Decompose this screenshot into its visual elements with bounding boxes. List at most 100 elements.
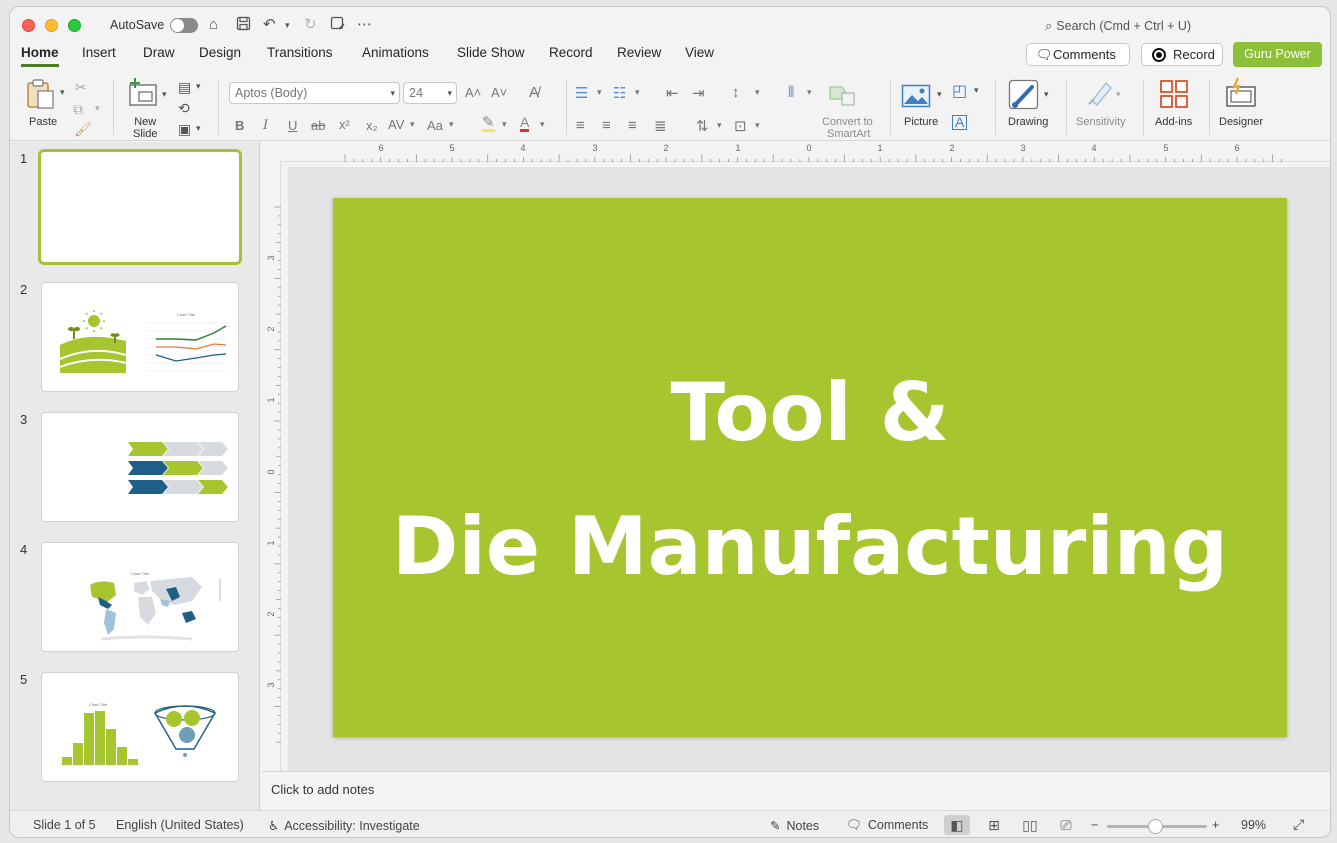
search-box[interactable]: ⌕ Search (Cmd + Ctrl + U) <box>1045 18 1191 34</box>
slide-title-text[interactable]: Tool & Die Manufacturing <box>333 346 1287 614</box>
zoom-window-button[interactable] <box>68 19 81 32</box>
autosave-toggle[interactable] <box>170 18 198 33</box>
record-button[interactable]: Record <box>1141 43 1223 66</box>
underline-button[interactable]: U <box>288 118 297 133</box>
zoom-level[interactable]: 99% <box>1241 818 1266 832</box>
current-slide[interactable]: Tool & Die Manufacturing <box>333 198 1287 737</box>
notes-pane[interactable]: Click to add notes <box>262 771 1330 810</box>
line-spacing-chevron-icon[interactable]: ▾ <box>755 87 760 98</box>
zoom-slider-handle[interactable] <box>1148 819 1163 834</box>
shrink-font-icon[interactable]: A˅ <box>491 85 507 100</box>
save-as-icon[interactable] <box>330 16 346 36</box>
text-box-icon[interactable]: A <box>952 115 968 130</box>
align-text-icon[interactable]: ⊡ <box>734 117 747 135</box>
tab-insert[interactable]: Insert <box>82 45 116 64</box>
shapes-chevron-icon[interactable]: ▾ <box>974 85 979 96</box>
slide-thumbnail-2[interactable]: Chart Title <box>41 282 239 392</box>
convert-smartart-button[interactable] <box>828 83 856 110</box>
close-window-button[interactable] <box>22 19 35 32</box>
comments-button[interactable]: 🗨 Comments <box>1026 43 1130 66</box>
text-direction-chevron-icon[interactable]: ▾ <box>717 120 722 131</box>
change-case-button[interactable]: Aa <box>427 118 443 133</box>
align-text-chevron-icon[interactable]: ▾ <box>755 120 760 131</box>
language-status[interactable]: English (United States) <box>116 818 244 832</box>
fit-to-window-icon[interactable]: ⤢ <box>1293 816 1304 833</box>
slide-thumbnail-1[interactable] <box>38 149 242 265</box>
new-slide-button[interactable] <box>127 77 159 112</box>
undo-icon[interactable]: ↶ <box>263 16 276 34</box>
strikethrough-button[interactable]: ab <box>311 118 325 133</box>
paste-chevron-icon[interactable]: ▾ <box>60 87 65 98</box>
accessibility-status[interactable]: ♿ Accessibility: Investigate <box>268 818 420 833</box>
tab-record[interactable]: Record <box>549 45 593 64</box>
bold-button[interactable]: B <box>235 118 244 133</box>
numbering-icon[interactable]: ☷ <box>613 84 626 102</box>
reset-icon[interactable]: ⟲ <box>178 100 190 117</box>
section-chevron-icon[interactable]: ▾ <box>196 123 201 134</box>
addins-button[interactable] <box>1159 79 1189 112</box>
sensitivity-button[interactable] <box>1086 79 1114 110</box>
tab-home[interactable]: Home <box>21 45 59 67</box>
slide-show-button[interactable]: ⎚ <box>1053 815 1079 835</box>
drawing-chevron-icon[interactable]: ▾ <box>1044 89 1049 100</box>
zoom-out-button[interactable]: − <box>1091 818 1098 832</box>
columns-chevron-icon[interactable]: ▾ <box>807 87 812 98</box>
normal-view-button[interactable]: ◧ <box>944 815 970 835</box>
highlight-chevron-icon[interactable]: ▾ <box>502 119 507 130</box>
clear-formatting-icon[interactable]: A̸ <box>529 84 539 101</box>
tab-design[interactable]: Design <box>199 45 241 64</box>
slide-thumbnail-5[interactable]: Chart Title <box>41 672 239 782</box>
numbering-chevron-icon[interactable]: ▾ <box>635 87 640 98</box>
picture-chevron-icon[interactable]: ▾ <box>937 89 942 100</box>
slide-sorter-button[interactable]: ⊞ <box>981 815 1007 835</box>
increase-indent-icon[interactable]: ⇥ <box>692 84 705 102</box>
zoom-in-button[interactable]: + <box>1212 818 1219 832</box>
grow-font-icon[interactable]: A˄ <box>465 85 481 100</box>
slide-thumbnail-3[interactable] <box>41 412 239 522</box>
minimize-window-button[interactable] <box>45 19 58 32</box>
font-color-chevron-icon[interactable]: ▾ <box>540 119 545 130</box>
tab-review[interactable]: Review <box>617 45 661 64</box>
more-options-icon[interactable]: ⋯ <box>357 16 372 34</box>
picture-button[interactable] <box>901 83 931 112</box>
layout-icon[interactable]: ▤ <box>178 79 191 96</box>
columns-icon[interactable]: ⫴ <box>788 84 794 101</box>
comments-toggle[interactable]: 🗨 Comments <box>846 818 928 833</box>
copy-icon[interactable]: ⧉ <box>73 101 83 118</box>
section-icon[interactable]: ▣ <box>178 121 191 138</box>
bullets-chevron-icon[interactable]: ▾ <box>597 87 602 98</box>
tab-animations[interactable]: Animations <box>362 45 429 64</box>
save-icon[interactable] <box>236 16 251 36</box>
copy-chevron-icon[interactable]: ▾ <box>95 103 100 114</box>
bullets-icon[interactable]: ☰ <box>575 84 588 102</box>
superscript-button[interactable]: x² <box>339 117 350 132</box>
format-painter-icon[interactable]: 🖌 <box>74 121 92 138</box>
sensitivity-chevron-icon[interactable]: ▾ <box>1116 89 1121 100</box>
cut-icon[interactable]: ✂ <box>75 79 87 96</box>
font-color-icon[interactable]: A <box>520 115 530 132</box>
tab-transitions[interactable]: Transitions <box>267 45 333 64</box>
character-spacing-button[interactable]: AV <box>388 117 404 132</box>
align-right-icon[interactable]: ≡ <box>628 117 637 134</box>
guru-power-button[interactable]: Guru Power <box>1233 42 1322 67</box>
new-slide-chevron-icon[interactable]: ▾ <box>162 89 167 100</box>
align-center-icon[interactable]: ≡ <box>602 117 611 134</box>
tab-slide-show[interactable]: Slide Show <box>457 45 525 64</box>
slide-thumbnail-4[interactable]: Chart Title <box>41 542 239 652</box>
subscript-button[interactable]: x₂ <box>366 118 378 133</box>
change-case-chevron-icon[interactable]: ▾ <box>449 119 454 130</box>
drawing-button[interactable] <box>1008 79 1040 114</box>
home-icon[interactable]: ⌂ <box>209 16 218 34</box>
decrease-indent-icon[interactable]: ⇤ <box>666 84 679 102</box>
character-spacing-chevron-icon[interactable]: ▾ <box>410 119 415 130</box>
highlight-icon[interactable]: ✎ <box>482 115 495 132</box>
undo-dropdown-chevron-icon[interactable]: ▾ <box>285 16 290 34</box>
font-size-select[interactable]: 24 ▾ <box>403 82 457 104</box>
notes-toggle[interactable]: ✎ Notes <box>770 818 819 833</box>
paste-button[interactable] <box>24 77 58 114</box>
align-left-icon[interactable]: ≡ <box>576 117 585 134</box>
reading-view-button[interactable]: ▯▯ <box>1017 815 1043 835</box>
designer-button[interactable] <box>1225 77 1257 112</box>
tab-draw[interactable]: Draw <box>143 45 175 64</box>
shapes-icon[interactable]: ◰ <box>952 81 967 101</box>
